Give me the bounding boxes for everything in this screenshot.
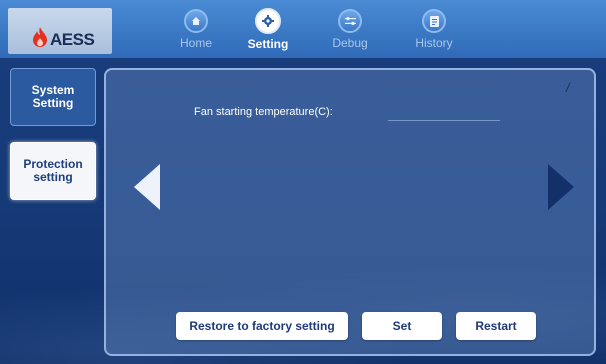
fan-start-temperature-input[interactable] [388,106,500,121]
page-marker: / [566,80,570,95]
nav-debug[interactable]: Debug [318,6,382,56]
nav-setting-label: Setting [247,37,289,51]
sidebar-item-system-setting[interactable]: System Setting [10,68,96,126]
nav-setting[interactable]: Setting [236,6,300,56]
set-button[interactable]: Set [362,312,442,340]
home-icon [184,9,208,33]
document-icon [422,9,446,33]
restart-button[interactable]: Restart [456,312,536,340]
nav-home[interactable]: Home [164,6,228,56]
gear-icon [255,8,281,34]
previous-page-arrow-icon[interactable] [132,164,162,210]
restore-factory-setting-button[interactable]: Restore to factory setting [176,312,348,340]
brand-logo: AESS [8,8,112,54]
sidebar-item-protection-setting[interactable]: Protection setting [10,142,96,200]
brand-name: AESS [50,30,95,49]
top-bar: AESS Home Setting Debug History [0,0,606,58]
nav-home-label: Home [179,36,212,50]
next-page-arrow-icon[interactable] [546,164,576,210]
nav-history[interactable]: History [402,6,466,56]
flame-icon [33,27,47,47]
nav-history-label: History [415,36,453,50]
fan-start-temperature-label: Fan starting temperature(C): [194,106,333,118]
nav-debug-label: Debug [332,36,368,50]
settings-panel: / Fan starting temperature(C): Restore t… [104,68,596,356]
sliders-icon [338,9,362,33]
